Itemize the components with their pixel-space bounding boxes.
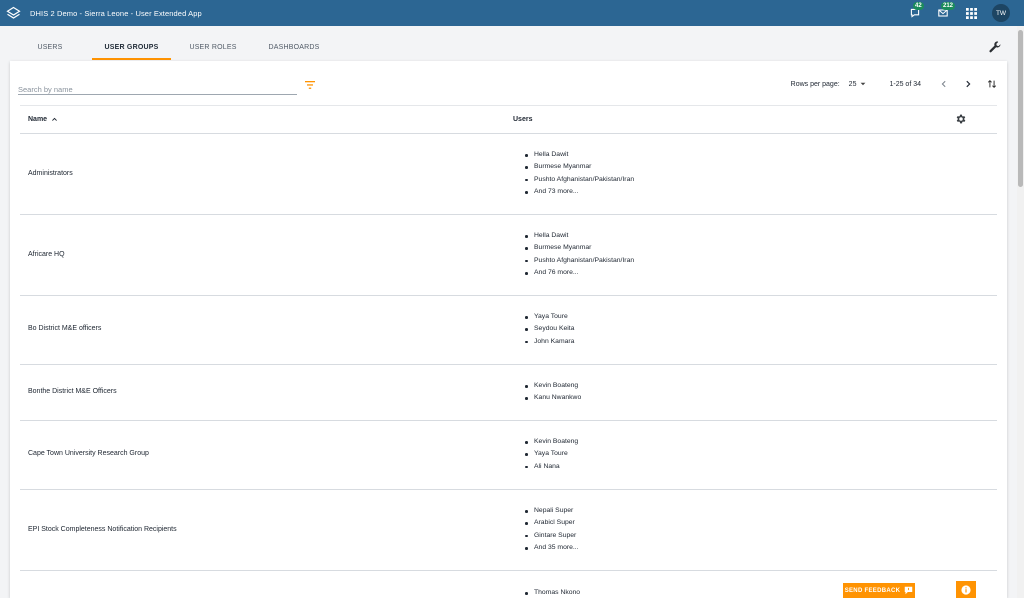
list-item: Hella Dawit [525, 149, 634, 161]
rows-per-page-label: Rows per page: [790, 80, 840, 88]
list-item: And 73 more... [525, 186, 634, 198]
wrench-icon[interactable] [988, 40, 1002, 54]
table-row[interactable]: Bonthe District M&E Officers Kevin Boate… [20, 365, 997, 421]
send-feedback-button[interactable]: SEND FEEDBACK [843, 583, 915, 598]
group-name: Bo District M&E officers [28, 325, 102, 332]
list-item: Pushto Afghanistan/Pakistan/Iran [525, 174, 634, 186]
group-name: Africare HQ [28, 251, 65, 258]
next-page-button[interactable] [961, 77, 975, 91]
dhis2-logo-icon[interactable] [5, 5, 21, 21]
column-header-users: Users [513, 116, 533, 123]
group-users-list: Yaya Toure Seydou Keita John Kamara [525, 311, 574, 348]
table-row[interactable]: Africare HQ Hella Dawit Burmese Myanmar … [20, 215, 997, 296]
send-feedback-label: SEND FEEDBACK [844, 587, 901, 594]
header-bar: DHIS 2 Demo - Sierra Leone - User Extend… [0, 0, 1024, 26]
page-range: 1-25 of 34 [889, 80, 921, 88]
table-row[interactable]: Administrators Hella Dawit Burmese Myanm… [20, 134, 997, 215]
rows-per-page-value: 25 [848, 80, 857, 88]
interpretations-button[interactable]: 42 [906, 2, 924, 22]
group-name: EPI Stock Completeness Notification Reci… [28, 526, 177, 533]
list-item: John Kamara [525, 336, 574, 348]
list-item: Gintare Super [525, 530, 579, 542]
list-item: Hella Dawit [525, 230, 634, 242]
table-row[interactable]: Bo District M&E officers Yaya Toure Seyd… [20, 296, 997, 365]
sort-order-button[interactable] [985, 77, 999, 91]
list-item: Yaya Toure [525, 448, 578, 460]
list-item: Ali Nana [525, 461, 578, 473]
scrollbar-thumb[interactable] [1018, 30, 1023, 187]
group-name: Cape Town University Research Group [28, 450, 149, 457]
caret-down-icon [861, 82, 866, 86]
list-item: And 35 more... [525, 542, 579, 554]
search-field[interactable] [18, 79, 297, 95]
page-scrollbar[interactable] [1017, 26, 1024, 598]
user-groups-panel: Rows per page: 25 1-25 of 34 Name Users [10, 61, 1007, 598]
list-item: Yaya Toure [525, 311, 574, 323]
tab-bar: USERS USER GROUPS USER ROLES DASHBOARDS [0, 36, 1024, 60]
group-users-list: Hella Dawit Burmese Myanmar Pushto Afgha… [525, 149, 634, 199]
previous-page-button[interactable] [937, 77, 951, 91]
list-item: Burmese Myanmar [525, 242, 634, 254]
chevron-left-icon [941, 80, 946, 88]
help-button[interactable] [956, 581, 976, 598]
messages-badge: 212 [941, 2, 956, 10]
apps-menu-button[interactable] [962, 4, 980, 22]
table-row[interactable]: Cape Town University Research Group Kevi… [20, 421, 997, 490]
messages-button[interactable]: 212 [934, 2, 956, 22]
group-users-list: Thomas Nkono [525, 587, 580, 598]
tab-dashboards[interactable]: DASHBOARDS [260, 36, 328, 60]
group-name: Administrators [28, 170, 73, 177]
pagination: Rows per page: 25 1-25 of 34 [791, 77, 999, 91]
app-title: DHIS 2 Demo - Sierra Leone - User Extend… [30, 8, 202, 18]
table-header: Name Users [20, 106, 997, 134]
list-item: Kevin Boateng [525, 436, 578, 448]
sort-ascending-icon [52, 117, 57, 121]
rows-per-page-select[interactable]: 25 [849, 80, 868, 88]
list-item: Seydou Keita [525, 323, 574, 335]
list-item: Pushto Afghanistan/Pakistan/Iran [525, 255, 634, 267]
interpretations-badge: 42 [913, 2, 924, 10]
list-item: Burmese Myanmar [525, 161, 634, 173]
apps-grid-icon [965, 7, 977, 19]
gear-icon[interactable] [955, 113, 967, 125]
column-name-label: Name [28, 116, 48, 123]
tab-user-groups[interactable]: USER GROUPS [92, 36, 171, 60]
user-avatar[interactable]: TW [992, 4, 1010, 22]
info-icon [961, 584, 971, 595]
list-item: And 76 more... [525, 267, 634, 279]
column-header-name[interactable]: Name [28, 116, 58, 123]
filter-icon[interactable] [304, 78, 316, 90]
tab-user-roles[interactable]: USER ROLES [182, 36, 244, 60]
list-item: Kanu Nwankwo [525, 392, 581, 404]
group-users-list: Kevin Boateng Kanu Nwankwo [525, 380, 581, 405]
group-users-list: Hella Dawit Burmese Myanmar Pushto Afgha… [525, 230, 634, 280]
user-groups-table: Name Users Administrators Hella Dawit Bu… [20, 105, 997, 598]
chevron-right-icon [966, 80, 971, 88]
table-row[interactable]: EPI Stock Completeness Notification Reci… [20, 490, 997, 571]
sort-arrows-icon [987, 79, 997, 89]
list-item: Nepali Super [525, 505, 579, 517]
list-item: Kevin Boateng [525, 380, 581, 392]
group-users-list: Kevin Boateng Yaya Toure Ali Nana [525, 436, 578, 473]
group-name: Bonthe District M&E Officers [28, 388, 117, 395]
search-input[interactable] [18, 85, 297, 94]
feedback-icon [905, 586, 913, 595]
group-users-list: Nepali Super Arabicl Super Gintare Super… [525, 505, 579, 555]
tab-users[interactable]: USERS [24, 36, 76, 60]
list-item: Thomas Nkono [525, 587, 580, 598]
list-item: Arabicl Super [525, 517, 579, 529]
